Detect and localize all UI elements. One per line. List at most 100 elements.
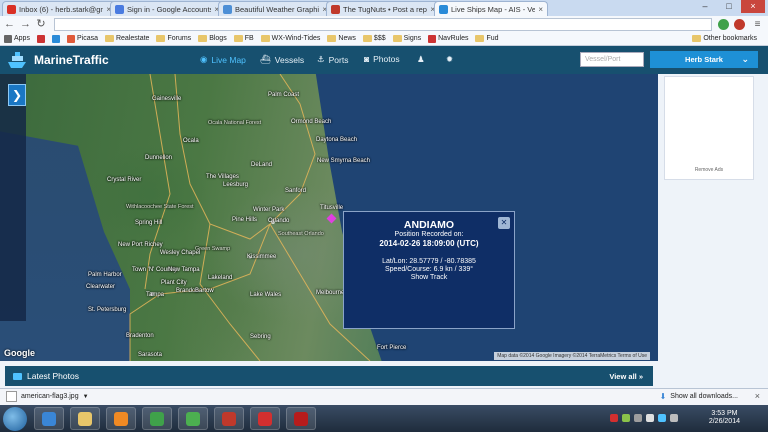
remove-ads-link[interactable]: Remove Ads	[665, 167, 753, 173]
bookmark-item[interactable]: Apps	[4, 34, 30, 43]
nav-item[interactable]: ♟	[417, 54, 425, 65]
bookmark-item[interactable]: Forums	[156, 35, 191, 42]
taskbar-app[interactable]	[106, 407, 136, 430]
browser-tab[interactable]: Sign in - Google Accounts ×	[110, 1, 224, 16]
download-item[interactable]: american-flag3.jpg ▼	[6, 391, 89, 402]
nav-item[interactable]: ◉ Live Map	[200, 54, 246, 65]
system-clock[interactable]: 3:53 PM 2/26/2014	[709, 410, 740, 426]
volume-icon[interactable]	[670, 414, 678, 422]
bookmark-label: Fud	[486, 35, 499, 42]
show-track-link[interactable]: Show Track	[344, 274, 514, 282]
tab-title: The TugNuts • Post a reply	[343, 4, 428, 14]
address-bar[interactable]	[54, 18, 712, 31]
bookmark-item[interactable]: WX-Wind-Tides	[260, 35, 321, 42]
folder-icon	[475, 35, 485, 42]
tab-favicon-icon	[439, 4, 448, 14]
google-logo: Google	[4, 348, 35, 358]
bookmark-label: WX-Wind-Tides	[271, 35, 321, 42]
nav-label: Photos	[373, 54, 400, 64]
bookmark-item[interactable]	[51, 34, 60, 43]
tray-icon[interactable]	[622, 414, 630, 422]
tab-favicon-icon	[7, 4, 16, 14]
back-button[interactable]: ←	[4, 17, 15, 31]
start-button[interactable]	[3, 407, 27, 431]
site-logo[interactable]: MarineTraffic	[6, 50, 109, 70]
browser-tab[interactable]: Inbox (6) - herb.stark@gm ×	[2, 1, 116, 16]
map-place-label: DeLand	[251, 162, 273, 168]
nav-item[interactable]: ◙ Photos	[364, 54, 400, 64]
live-map[interactable]: Palm Coast Gainesville Ormond Beach Daytona…	[0, 74, 658, 361]
profile-icon[interactable]	[734, 19, 745, 30]
tray-icon[interactable]	[646, 414, 654, 422]
bookmark-item[interactable]: NavRules	[428, 34, 469, 43]
ad-box: Remove Ads	[664, 76, 754, 180]
network-icon[interactable]	[658, 414, 666, 422]
map-place-label: New Smyrna Beach	[317, 158, 371, 164]
bookmark-item[interactable]: $$$	[362, 35, 386, 42]
bookmark-label: NavRules	[438, 35, 469, 42]
taskbar-app[interactable]	[214, 407, 244, 430]
nav-item[interactable]: ✹	[446, 54, 453, 65]
minimize-button[interactable]: –	[693, 0, 717, 13]
bookmark-label: Signs	[403, 35, 422, 42]
folder-icon	[104, 35, 114, 42]
bookmark-item[interactable]: Fud	[475, 35, 499, 42]
bookmark-item[interactable]: Realestate	[104, 35, 149, 42]
expand-sidebar-button[interactable]: ❯	[8, 84, 26, 106]
map-place-label: Wesley Chapel	[160, 250, 201, 256]
taskbar-app[interactable]	[70, 407, 100, 430]
taskbar-app[interactable]	[34, 407, 64, 430]
bookmark-item[interactable]: News	[327, 35, 356, 42]
close-icon[interactable]: ✕	[498, 217, 510, 229]
maximize-button[interactable]: □	[717, 0, 741, 13]
chevron-down-icon[interactable]: ▼	[83, 394, 89, 400]
taskbar-app[interactable]	[250, 407, 280, 430]
camera-icon	[13, 372, 22, 380]
chrome-icon	[150, 411, 164, 426]
tray-icon[interactable]	[634, 414, 642, 422]
view-all-link[interactable]: View all »	[609, 372, 643, 381]
bookmark-item[interactable]: Blogs	[198, 35, 227, 42]
tray-icon[interactable]	[610, 414, 618, 422]
map-attribution[interactable]: Map data ©2014 Google Imagery ©2014 Terr…	[494, 352, 650, 360]
tab-title: Live Ships Map - AIS - Ves	[451, 4, 536, 14]
file-explorer-icon	[78, 411, 92, 426]
position-label: Position Recorded on:	[394, 231, 464, 238]
map-place-label: New Port Richey	[118, 242, 163, 248]
taskbar-app[interactable]	[178, 407, 208, 430]
close-tab-icon[interactable]: ×	[538, 5, 543, 14]
map-place-label: Bradenton	[126, 333, 154, 339]
tab-favicon-icon	[115, 4, 124, 14]
folder-icon	[260, 35, 270, 42]
extension-icon[interactable]	[718, 19, 729, 30]
forward-button[interactable]: →	[20, 17, 31, 31]
bookmark-label: Apps	[14, 35, 30, 42]
tab-title: Beautiful Weather Graphic	[235, 4, 320, 14]
nav-label: Ports	[328, 54, 349, 65]
clock-date: 2/26/2014	[708, 418, 740, 425]
browser-tab[interactable]: Beautiful Weather Graphic ×	[218, 1, 332, 16]
folder-icon	[692, 35, 702, 42]
close-icon[interactable]: ×	[755, 391, 760, 401]
user-name: Herb Stark	[685, 55, 723, 64]
bookmark-icon	[36, 34, 45, 43]
user-menu-button[interactable]: Herb Stark ⌄	[650, 51, 758, 68]
menu-icon[interactable]: ≡	[752, 19, 763, 30]
show-all-downloads-link[interactable]: ⬇ Show all downloads...	[660, 392, 738, 401]
taskbar-app[interactable]	[286, 407, 316, 430]
close-window-button[interactable]: ×	[741, 0, 765, 13]
map-place-label: Titusville	[320, 205, 344, 211]
vessel-port-search-input[interactable]: Vessel/Port	[580, 52, 644, 67]
bookmark-item[interactable]: Signs	[392, 35, 422, 42]
bookmark-item[interactable]: FB	[233, 35, 254, 42]
reload-button[interactable]: ↻	[36, 17, 46, 31]
ad-column: Remove Ads	[658, 74, 768, 361]
taskbar-app[interactable]	[142, 407, 172, 430]
browser-tab[interactable]: The TugNuts • Post a reply ×	[326, 1, 440, 16]
bookmark-item[interactable]	[36, 34, 45, 43]
nav-item[interactable]: ⛴ Vessels	[260, 54, 304, 65]
browser-tab[interactable]: Live Ships Map - AIS - Ves ×	[434, 1, 548, 16]
bookmark-item[interactable]: Picasa	[66, 34, 98, 43]
other-bookmarks[interactable]: Other bookmarks	[692, 35, 757, 42]
nav-item[interactable]: ⚓ Ports	[317, 54, 348, 65]
